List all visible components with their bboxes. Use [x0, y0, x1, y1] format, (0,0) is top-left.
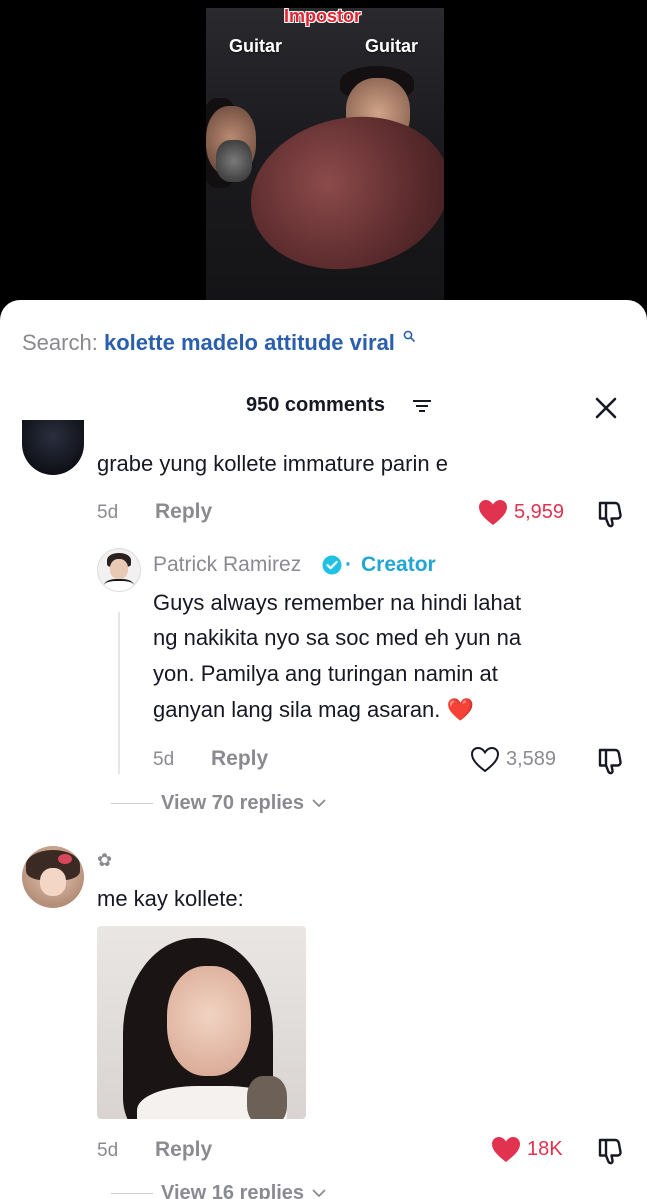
- comment-time: 5d: [153, 749, 175, 770]
- creator-badge: Creator: [361, 553, 436, 576]
- comments-header: 950 comments: [0, 394, 647, 424]
- view-replies-button[interactable]: View 16 replies: [111, 1182, 326, 1199]
- like-count: 18K: [527, 1138, 563, 1160]
- image-microphone: [247, 1076, 287, 1119]
- view-replies-rule: [111, 803, 153, 804]
- dislike-icon[interactable]: [596, 746, 626, 776]
- heart-filled-icon: [492, 1137, 520, 1162]
- like-count: 5,959: [514, 501, 565, 523]
- comment-time: 5d: [97, 502, 119, 523]
- view-replies-button[interactable]: View 70 replies: [111, 792, 326, 815]
- chevron-down-icon: [312, 799, 326, 808]
- close-icon[interactable]: [594, 396, 618, 420]
- comment-text: me kay kollete:: [97, 886, 244, 911]
- comment-author[interactable]: Patrick Ramirez: [153, 553, 301, 577]
- reply-button[interactable]: Reply: [155, 1138, 212, 1162]
- video-fur-coat: [236, 98, 444, 288]
- video-label-right: Guitar: [365, 36, 419, 56]
- reply-thread-line: [118, 612, 120, 774]
- avatar[interactable]: [22, 846, 84, 908]
- video-player[interactable]: Impostor Guitar Guitar: [0, 0, 647, 320]
- heart-outline-icon: [470, 746, 500, 773]
- video-label-left: Guitar: [229, 36, 283, 56]
- comments-sheet: Search: kolette madelo attitude viral 95…: [0, 300, 647, 1199]
- view-replies-label: View 70 replies: [161, 792, 305, 814]
- verified-badge-icon: [322, 555, 342, 575]
- comment-time: 5d: [97, 1140, 119, 1161]
- reply-button[interactable]: Reply: [211, 747, 268, 771]
- view-replies-label: View 16 replies: [161, 1182, 305, 1199]
- reply-button[interactable]: Reply: [155, 500, 212, 524]
- avatar-face: [40, 868, 66, 896]
- reply-text-line: ng nakikita nyo sa soc med eh yun na: [153, 625, 522, 650]
- video-overlay-title: Impostor: [284, 6, 362, 26]
- creator-separator: ·: [345, 553, 352, 576]
- avatar[interactable]: [22, 420, 84, 475]
- like-button[interactable]: 18K: [491, 1136, 563, 1163]
- comment-text: grabe yung kollete immature parin e: [97, 451, 448, 476]
- comment-author[interactable]: ✿: [97, 850, 112, 871]
- dislike-icon[interactable]: [596, 1136, 626, 1166]
- dislike-icon[interactable]: [596, 499, 626, 529]
- chevron-down-icon: [312, 1189, 326, 1198]
- video-microphone: [216, 140, 252, 182]
- like-count: 3,589: [506, 748, 557, 770]
- image-person-face: [167, 966, 251, 1076]
- reply-text-line: yon. Pamilya ang turingan namin at: [153, 661, 498, 686]
- search-suggestion[interactable]: Search: kolette madelo attitude viral: [22, 330, 415, 356]
- search-prefix: Search:: [22, 330, 98, 355]
- view-replies-rule: [111, 1193, 153, 1194]
- avatar-shirt: [104, 579, 134, 591]
- avatar-face: [110, 559, 128, 579]
- search-query-link[interactable]: kolette madelo attitude viral: [104, 330, 395, 355]
- avatar-hair-bow: [58, 854, 72, 864]
- search-icon: [403, 330, 415, 342]
- comment-image[interactable]: [97, 926, 306, 1119]
- sort-filter-icon[interactable]: [412, 398, 432, 414]
- comment-count: 950 comments: [246, 394, 385, 416]
- like-button[interactable]: 5,959: [478, 499, 564, 526]
- like-button[interactable]: 3,589: [470, 746, 556, 773]
- heart-filled-icon: [479, 500, 507, 525]
- reply-text-line: ganyan lang sila mag asaran. ❤️: [153, 697, 474, 722]
- reply-text-line: Guys always remember na hindi lahat: [153, 590, 522, 615]
- creator-avatar[interactable]: [97, 548, 141, 592]
